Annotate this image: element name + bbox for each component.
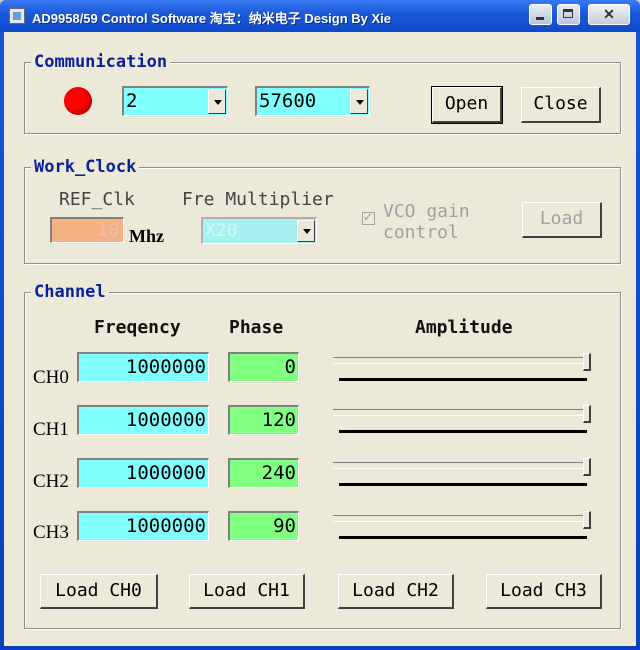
fre-multiplier-select[interactable]: X20: [201, 217, 317, 244]
ch2-phase-input[interactable]: 240: [228, 458, 299, 488]
close-window-button[interactable]: ✕: [588, 4, 630, 25]
minimize-button[interactable]: [529, 4, 552, 25]
ch1-phase-value: 120: [261, 409, 296, 431]
vco-gain-checkbox[interactable]: ✓: [362, 210, 375, 225]
window-title: AD9958/59 Control Software 淘宝：纳米电子 Desig…: [32, 11, 392, 26]
open-button-label: Open: [444, 93, 489, 114]
close-icon: ✕: [603, 6, 615, 22]
title-bar[interactable]: AD9958/59 Control Software 淘宝：纳米电子 Desig…: [0, 0, 640, 32]
ch3-frequency-input[interactable]: 1000000: [77, 511, 209, 541]
amplitude-column-header: Amplitude: [415, 317, 513, 338]
load-clock-button[interactable]: Load: [522, 202, 602, 238]
ref-clk-input[interactable]: 10: [50, 217, 124, 243]
ch1-amplitude-rail: [333, 409, 585, 416]
ch0-phase-input[interactable]: 0: [228, 352, 299, 382]
load-ch2-button[interactable]: Load CH2: [338, 574, 454, 609]
port-value: 2: [126, 90, 138, 112]
fre-multiplier-label: Fre Multiplier: [182, 189, 334, 210]
ch3-amplitude-slider[interactable]: [333, 511, 595, 547]
ch1-label: CH1: [33, 419, 69, 440]
ch0-amplitude-slider[interactable]: [333, 353, 595, 389]
ch0-amplitude-rail: [333, 357, 585, 364]
ch2-label: CH2: [33, 471, 69, 492]
ch3-amplitude-rail: [333, 515, 585, 522]
app-icon: [9, 8, 25, 24]
vco-gain-label-line1: VCO gain: [383, 201, 470, 222]
communication-legend: Communication: [31, 52, 171, 72]
ref-clk-unit: Mhz: [129, 226, 164, 246]
ch3-phase-value: 90: [273, 515, 296, 537]
ch2-amplitude-thumb[interactable]: [583, 458, 591, 476]
client-area: Communication 2 57600 Open Close Work_Cl…: [4, 32, 636, 646]
load-ch2-label: Load CH2: [352, 580, 439, 601]
work-clock-group: Work_Clock REF_Clk 10 Mhz Fre Multiplier…: [24, 157, 621, 264]
channel-legend: Channel: [31, 282, 109, 302]
load-ch1-label: Load CH1: [203, 580, 290, 601]
ch0-amplitude-track: [339, 378, 587, 381]
load-ch3-label: Load CH3: [500, 580, 587, 601]
open-button[interactable]: Open: [431, 86, 503, 124]
channel-group: Channel Freqency Phase Amplitude CH0 100…: [24, 282, 621, 629]
ch0-frequency-value: 1000000: [125, 356, 206, 378]
port-select[interactable]: 2: [122, 86, 228, 116]
ch2-amplitude-slider[interactable]: [333, 458, 595, 494]
ch2-frequency-value: 1000000: [125, 462, 206, 484]
ch2-amplitude-rail: [333, 462, 585, 469]
load-ch3-button[interactable]: Load CH3: [486, 574, 602, 609]
ref-clk-value: 10: [97, 220, 119, 241]
communication-group: Communication 2 57600 Open Close: [24, 52, 621, 134]
baud-value: 57600: [259, 90, 317, 112]
ch2-amplitude-track: [339, 483, 587, 486]
ch1-amplitude-thumb[interactable]: [583, 405, 591, 423]
ref-clk-label: REF_Clk: [59, 189, 135, 210]
load-ch1-button[interactable]: Load CH1: [189, 574, 305, 609]
ch3-frequency-value: 1000000: [125, 515, 206, 537]
maximize-button[interactable]: [557, 4, 580, 25]
ch1-frequency-input[interactable]: 1000000: [77, 405, 209, 435]
ch0-phase-value: 0: [284, 356, 296, 378]
fre-multiplier-dropdown-arrow[interactable]: [297, 220, 315, 242]
ch3-label: CH3: [33, 522, 69, 543]
ch1-phase-input[interactable]: 120: [228, 405, 299, 435]
phase-column-header: Phase: [229, 317, 284, 338]
vco-gain-label-line2: control: [383, 222, 459, 243]
ch3-amplitude-thumb[interactable]: [583, 511, 591, 529]
baud-select[interactable]: 57600: [255, 86, 370, 116]
ch2-phase-value: 240: [261, 462, 296, 484]
close-button-label: Close: [533, 93, 588, 114]
port-dropdown-arrow[interactable]: [208, 89, 226, 114]
ch0-label: CH0: [33, 367, 69, 388]
ch2-frequency-input[interactable]: 1000000: [77, 458, 209, 488]
fre-multiplier-value: X20: [205, 220, 238, 241]
ch0-amplitude-thumb[interactable]: [583, 353, 591, 371]
ch1-amplitude-track: [339, 430, 587, 433]
ch3-phase-input[interactable]: 90: [228, 511, 299, 541]
frequency-column-header: Freqency: [94, 317, 181, 338]
app-window: AD9958/59 Control Software 淘宝：纳米电子 Desig…: [0, 0, 640, 650]
load-clock-button-label: Load: [539, 208, 584, 229]
connection-status-indicator: [64, 87, 92, 115]
close-button[interactable]: Close: [521, 87, 601, 123]
baud-dropdown-arrow[interactable]: [350, 89, 368, 114]
ch1-amplitude-slider[interactable]: [333, 405, 595, 441]
load-ch0-label: Load CH0: [55, 580, 142, 601]
work-clock-legend: Work_Clock: [31, 157, 140, 177]
ch0-frequency-input[interactable]: 1000000: [77, 352, 209, 382]
check-icon: ✓: [363, 210, 374, 224]
load-ch0-button[interactable]: Load CH0: [40, 574, 158, 609]
ch3-amplitude-track: [339, 536, 587, 539]
ch1-frequency-value: 1000000: [125, 409, 206, 431]
